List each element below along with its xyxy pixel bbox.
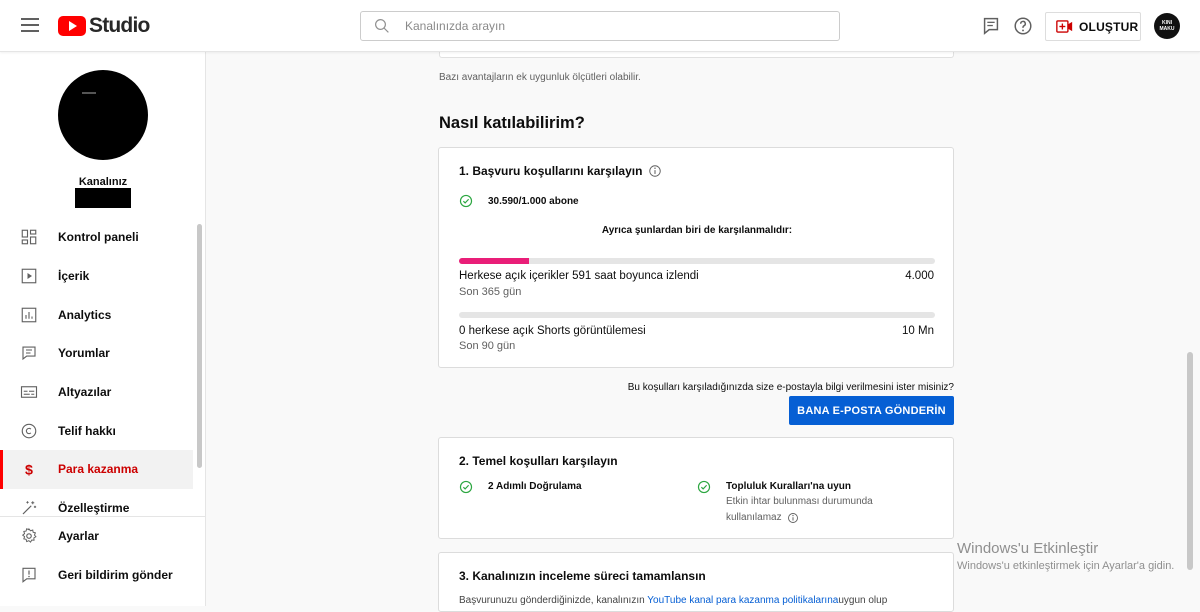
sidebar-item-monetization[interactable]: $ Para kazanma [0, 450, 193, 489]
two-step-verification: 2 Adımlı Doğrulama [488, 481, 582, 492]
top-bar: Studio OLUŞTUR KINI MAKU [0, 0, 1200, 52]
logo-text: Studio [89, 14, 150, 37]
step2-title-text: 2. Temel koşulları karşılayın [459, 454, 618, 468]
analytics-icon [21, 307, 37, 323]
step3-description: Başvurunuzu gönderdiğinizde, kanalınızın… [459, 595, 887, 606]
watermark-title: Windows'u Etkinleştir [957, 540, 1099, 557]
search-icon [375, 19, 389, 33]
gear-icon [21, 528, 37, 544]
sidebar-item-label: Altyazılar [58, 385, 112, 400]
sidebar: Kanalınız Kontrol paneli İçerik Analytic… [0, 52, 206, 606]
comments-icon [22, 346, 36, 361]
check-circle-icon [459, 194, 473, 208]
info-icon[interactable] [648, 164, 662, 178]
windows-activation-watermark: Windows'u Etkinleştir Windows'u etkinleş… [957, 540, 1174, 572]
watch-hours-progress-fill [459, 258, 530, 264]
sidebar-item-label: Para kazanma [58, 462, 139, 477]
sidebar-item-label: Özelleştirme [58, 501, 130, 516]
step1-title-text: 1. Başvuru koşullarını karşılayın [459, 164, 643, 178]
subscriber-count: 30.590/1.000 abone [488, 196, 579, 207]
video-add-icon [1056, 20, 1073, 33]
step2-title: 2. Temel koşulları karşılayın [459, 454, 618, 468]
create-button[interactable]: OLUŞTUR [1045, 12, 1141, 41]
watermark-subtitle: Windows'u etkinleştirmek için Ayarlar'a … [957, 560, 1175, 572]
feedback-icon[interactable] [980, 15, 1002, 37]
sidebar-item-subtitles[interactable]: Altyazılar [0, 373, 193, 412]
sidebar-item-feedback[interactable]: Geri bildirim gönder [0, 556, 206, 595]
svg-text:$: $ [25, 463, 33, 479]
account-avatar[interactable]: KINI MAKU [1154, 13, 1180, 39]
community-guidelines-note: Etkin ihtar bulunması durumunda kullanıl… [726, 494, 873, 526]
dashboard-icon [21, 230, 37, 245]
search-box[interactable] [360, 11, 840, 41]
community-guidelines-note-line2-wrap: kullanılamaz [726, 510, 873, 526]
youtube-play-icon [58, 16, 86, 36]
help-icon[interactable] [1012, 15, 1034, 37]
step3-desc-prefix: Başvurunuzu gönderdiğinizde, kanalınızın [459, 595, 648, 606]
community-guidelines: Topluluk Kuralları'na uyun [726, 481, 851, 492]
content-icon [21, 268, 37, 284]
monetization-policies-link[interactable]: YouTube kanal para kazanma politikaların… [647, 595, 838, 606]
sidebar-item-label: Geri bildirim gönder [58, 568, 173, 583]
sidebar-item-label: Telif hakkı [58, 423, 116, 438]
main-content: Bazı avantajların ek uygunluk ölçütleri … [207, 52, 1200, 612]
section-title: Nasıl katılabilirim? [439, 114, 585, 132]
sidebar-item-comments[interactable]: Yorumlar [0, 334, 193, 373]
shorts-views-target: 10 Mn [902, 325, 934, 337]
magic-wand-icon [22, 501, 37, 515]
shorts-views-label: 0 herkese açık Shorts görüntülemesi [459, 325, 646, 337]
channel-name-redacted [75, 188, 131, 208]
sidebar-item-analytics[interactable]: Analytics [0, 295, 193, 334]
sidebar-item-label: Analytics [58, 307, 112, 322]
sidebar-item-label: İçerik [58, 269, 90, 284]
shorts-views-period: Son 90 gün [459, 340, 516, 352]
benefit-note: Bazı avantajların ek uygunluk ölçütleri … [439, 72, 641, 83]
check-circle-icon [459, 480, 473, 494]
sidebar-bottom-nav: Ayarlar Geri bildirim gönder [0, 516, 206, 594]
watch-hours-period: Son 365 gün [459, 286, 522, 298]
also-required-text: Ayrıca şunlardan biri de karşılanmalıdır… [601, 225, 793, 236]
step1-title: 1. Başvuru koşullarını karşılayın [459, 164, 662, 178]
sidebar-item-label: Kontrol paneli [58, 230, 139, 245]
sidebar-item-copyright[interactable]: Telif hakkı [0, 411, 193, 450]
sidebar-item-label: Yorumlar [58, 346, 110, 361]
sidebar-nav: Kontrol paneli İçerik Analytics Yorumlar… [0, 218, 193, 528]
channel-label: Kanalınız [78, 176, 128, 188]
info-icon[interactable] [787, 512, 799, 524]
community-guidelines-note-line2: kullanılamaz [726, 512, 782, 523]
email-question: Bu koşulları karşıladığınızda size e-pos… [627, 382, 954, 393]
dollar-icon: $ [25, 463, 33, 479]
feedback-icon [22, 567, 36, 583]
watch-hours-label: Herkese açık içerikler 591 saat boyunca … [459, 270, 699, 282]
search-input[interactable] [405, 19, 805, 33]
step2-card: 2. Temel koşulları karşılayın 2 Adımlı D… [438, 437, 954, 539]
step3-title: 3. Kanalınızın inceleme süreci tamamlans… [459, 569, 706, 583]
main-scrollbar[interactable] [1187, 352, 1193, 570]
studio-logo[interactable]: Studio [58, 13, 150, 39]
step1-card: 1. Başvuru koşullarını karşılayın 30.590… [438, 147, 954, 368]
step3-desc-suffix: uygun olup [838, 595, 888, 606]
sidebar-item-settings[interactable]: Ayarlar [0, 517, 206, 556]
menu-icon[interactable] [18, 14, 42, 38]
sidebar-scrollbar[interactable] [197, 224, 202, 468]
previous-card [439, 52, 954, 58]
shorts-views-progress [459, 312, 935, 318]
step3-title-text: 3. Kanalınızın inceleme süreci tamamlans… [459, 569, 706, 583]
step3-card: 3. Kanalınızın inceleme süreci tamamlans… [438, 552, 954, 612]
watch-hours-progress [459, 258, 935, 264]
create-label: OLUŞTUR [1079, 19, 1139, 34]
check-circle-icon [697, 480, 711, 494]
sidebar-item-content[interactable]: İçerik [0, 257, 193, 296]
watch-hours-target: 4.000 [905, 270, 934, 282]
sidebar-item-label: Ayarlar [58, 529, 99, 544]
community-guidelines-note-line1: Etkin ihtar bulunması durumunda [726, 496, 873, 507]
sidebar-item-dashboard[interactable]: Kontrol paneli [0, 218, 193, 257]
channel-avatar[interactable] [58, 70, 148, 160]
email-me-button[interactable]: BANA E-POSTA GÖNDERİN [789, 396, 954, 425]
copyright-icon [21, 423, 37, 439]
subtitles-icon [20, 386, 38, 398]
